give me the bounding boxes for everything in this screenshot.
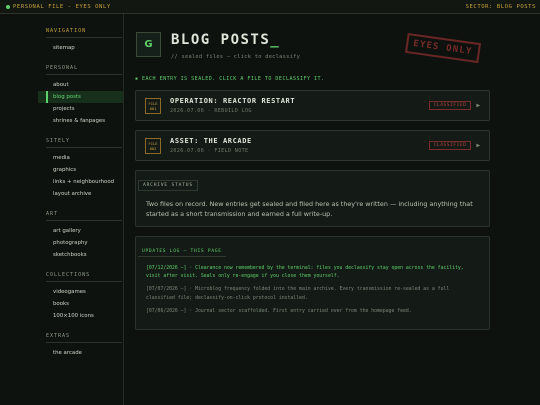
sidebar-item-photography[interactable]: photography bbox=[38, 237, 123, 249]
sidebar-item-books[interactable]: books bbox=[38, 298, 123, 310]
classified-badge: CLASSIFIED bbox=[428, 101, 472, 110]
sidebar-section-extras: EXTRAS bbox=[46, 333, 71, 339]
play-arrow-icon[interactable]: ▶ bbox=[476, 142, 480, 149]
personal-file-text: PERSONAL FILE - EYES ONLY bbox=[13, 3, 111, 10]
sidebar-section-sitely: SITELY bbox=[46, 138, 71, 144]
file-meta: 2026.07.06 · FIELD NOTE bbox=[170, 148, 249, 154]
bullet-icon: ▪ bbox=[135, 76, 139, 82]
status-dot-icon bbox=[6, 4, 10, 9]
sidebar-item-layout-archive[interactable]: layout archive bbox=[38, 188, 123, 200]
sidebar-section-art: ART bbox=[46, 211, 59, 217]
sidebar-item-media[interactable]: media bbox=[38, 152, 123, 164]
file-title: OPERATION: REACTOR RESTART bbox=[170, 97, 296, 105]
page-subtitle: // sealed files — click to declassify bbox=[171, 54, 301, 60]
sidebar-item-blog-posts[interactable]: blog posts bbox=[38, 91, 123, 103]
cursor-glyph: _ bbox=[270, 32, 281, 48]
personal-file-label: PERSONAL FILE - EYES ONLY bbox=[6, 4, 111, 10]
sidebar-section-collections: COLLECTIONS bbox=[46, 272, 91, 278]
file-meta: 2026.07.06 · REBUILD LOG bbox=[170, 108, 252, 114]
sidebar-item-art-gallery[interactable]: art gallery bbox=[38, 225, 123, 237]
archive-status-label: ARCHIVE STATUS bbox=[138, 180, 198, 191]
sidebar-section-navigation: NAVIGATION bbox=[46, 28, 87, 34]
sidebar-item-icons[interactable]: 100×100 icons bbox=[38, 310, 123, 322]
sidebar-item-graphics[interactable]: graphics bbox=[38, 164, 123, 176]
sidebar-item-shrines-fanpages[interactable]: shrines & fanpages bbox=[38, 115, 123, 127]
classified-badge: CLASSIFIED bbox=[428, 141, 472, 150]
file-icon: FILE 001 bbox=[145, 97, 161, 114]
divider bbox=[46, 220, 122, 221]
sidebar: NAVIGATION sitemap PERSONAL about blog p… bbox=[38, 14, 124, 405]
sidebar-item-projects[interactable]: projects bbox=[38, 103, 123, 115]
file-icon: FILE 002 bbox=[145, 137, 161, 154]
intro-text: EACH ENTRY IS SEALED. CLICK A FILE TO DE… bbox=[142, 76, 325, 82]
divider bbox=[46, 37, 122, 38]
file-badge-line2: 001 bbox=[149, 105, 157, 111]
divider bbox=[46, 74, 122, 75]
divider bbox=[46, 342, 122, 343]
page-title: BLOG POSTS_ bbox=[171, 32, 300, 48]
sidebar-item-videogames[interactable]: videogames bbox=[38, 286, 123, 298]
log-entry: [07/06/2026 —] · Journal sector scaffold… bbox=[146, 308, 412, 314]
divider bbox=[46, 281, 122, 282]
sidebar-item-the-arcade[interactable]: the arcade bbox=[38, 347, 123, 359]
main-content: G BLOG POSTS_ // sealed files — click to… bbox=[124, 14, 502, 405]
log-entry: [07/07/2026 —] · Microblog frequency fol… bbox=[146, 287, 450, 301]
sector-label: SECTOR: BLOG POSTS bbox=[465, 3, 536, 10]
play-arrow-icon[interactable]: ▶ bbox=[476, 102, 480, 109]
file-title: ASSET: THE ARCADE bbox=[170, 137, 252, 145]
file-entry[interactable]: FILE 002 ASSET: THE ARCADE 2026.07.06 · … bbox=[135, 130, 490, 161]
sidebar-item-links-neighbourhood[interactable]: links + neighbourhood bbox=[38, 176, 123, 188]
updates-log-panel: UPDATES LOG — THIS PAGE [07/12/2026 —] ·… bbox=[135, 236, 490, 330]
file-badge-line2: 002 bbox=[149, 145, 157, 151]
intro-line: ▪ EACH ENTRY IS SEALED. CLICK A FILE TO … bbox=[135, 76, 325, 82]
archive-status-body: Two files on record. New entries get sea… bbox=[146, 200, 473, 218]
updates-log-label: UPDATES LOG — THIS PAGE bbox=[138, 247, 226, 257]
sidebar-section-personal: PERSONAL bbox=[46, 65, 79, 71]
page-title-text: BLOG POSTS bbox=[171, 32, 271, 48]
sidebar-item-sitemap[interactable]: sitemap bbox=[38, 42, 123, 54]
sidebar-item-sketchbooks[interactable]: sketchbooks bbox=[38, 249, 123, 261]
logo-badge: G bbox=[136, 32, 161, 57]
top-status-bar: PERSONAL FILE - EYES ONLY SECTOR: BLOG P… bbox=[0, 0, 540, 14]
archive-status-panel: ARCHIVE STATUS Two files on record. New … bbox=[135, 170, 490, 227]
eyes-only-stamp: EYES ONLY bbox=[404, 32, 481, 64]
page-header: G BLOG POSTS_ // sealed files — click to… bbox=[136, 32, 300, 60]
file-entry[interactable]: FILE 001 OPERATION: REACTOR RESTART 2026… bbox=[135, 90, 490, 121]
sidebar-item-about[interactable]: about bbox=[38, 79, 123, 91]
log-entry: [07/12/2026 —] · Clearance now remembere… bbox=[146, 266, 464, 280]
divider bbox=[46, 147, 122, 148]
